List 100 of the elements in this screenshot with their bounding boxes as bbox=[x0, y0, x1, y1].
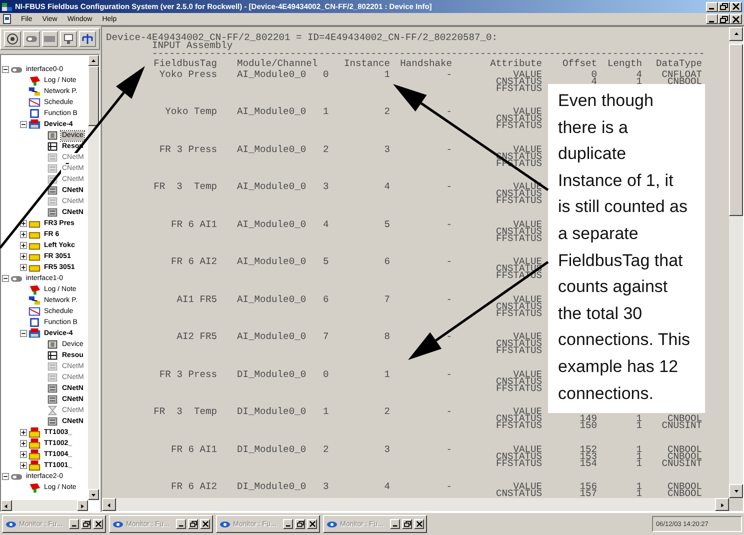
card-icon bbox=[10, 64, 23, 75]
horizontal-scrollbar[interactable] bbox=[1, 500, 88, 511]
table-cell-text: 3 bbox=[322, 183, 330, 190]
close-button[interactable] bbox=[730, 2, 742, 12]
expand-toggle[interactable] bbox=[20, 121, 27, 128]
table-cell-text: FR 6 AI1 bbox=[170, 220, 217, 228]
table-cell-text: 3 bbox=[383, 146, 390, 152]
expand-toggle[interactable] bbox=[20, 429, 27, 436]
table-cell-text: 2 bbox=[322, 446, 330, 452]
expand-toggle[interactable] bbox=[20, 330, 27, 337]
table-cell-text: 157 bbox=[578, 490, 597, 497]
table-cell-text: - bbox=[445, 220, 452, 228]
minimize-button[interactable] bbox=[706, 14, 718, 24]
restore-button[interactable] bbox=[718, 2, 730, 12]
vertical-scrollbar[interactable] bbox=[729, 27, 743, 498]
expand-toggle[interactable] bbox=[20, 451, 27, 458]
expand-toggle[interactable] bbox=[20, 242, 27, 249]
expand-toggle[interactable] bbox=[2, 473, 9, 480]
scroll-left-button[interactable] bbox=[102, 498, 116, 511]
table-cell-text: 1 bbox=[635, 446, 642, 452]
table-cell-text: FFSTATUS bbox=[494, 384, 542, 392]
block-icon bbox=[46, 394, 59, 405]
minimize-button[interactable] bbox=[176, 519, 186, 529]
scroll-left-button[interactable] bbox=[1, 500, 12, 511]
scroll-up-button[interactable] bbox=[729, 27, 743, 41]
scroll-down-button[interactable] bbox=[729, 484, 743, 498]
table-cell-text: 1 bbox=[635, 490, 642, 497]
table-cell-text: DI_Module0_0 bbox=[237, 446, 308, 452]
table-cell-text: 8 bbox=[383, 333, 390, 340]
folder-icon bbox=[28, 218, 41, 229]
expand-toggle[interactable] bbox=[20, 264, 27, 271]
table-cell-text: DI_Module0_0 bbox=[237, 408, 308, 415]
chart-icon bbox=[28, 97, 41, 108]
table-cell-text: CNSTATUS bbox=[494, 415, 542, 422]
expand-toggle[interactable] bbox=[2, 66, 9, 73]
table-cell-text: CNSTATUS bbox=[494, 190, 542, 197]
document-icon bbox=[46, 339, 59, 350]
expand-toggle[interactable] bbox=[20, 440, 27, 447]
minimize-button[interactable] bbox=[69, 519, 79, 529]
expand-toggle[interactable] bbox=[2, 275, 9, 282]
toolbar-button[interactable] bbox=[4, 31, 21, 47]
table-cell-text: 4 bbox=[590, 78, 597, 84]
table-cell-text: VALUE bbox=[513, 258, 542, 265]
vertical-scrollbar[interactable] bbox=[88, 55, 99, 500]
table-cell-text: FR 3 Press bbox=[158, 370, 217, 378]
expand-toggle[interactable] bbox=[20, 253, 27, 260]
monitor-icon bbox=[5, 520, 17, 528]
expand-toggle[interactable] bbox=[20, 462, 27, 469]
folder-icon bbox=[28, 240, 41, 251]
close-icon bbox=[416, 521, 422, 527]
table-cell-text: CNUSINT bbox=[660, 422, 702, 429]
horizontal-scrollbar[interactable] bbox=[102, 498, 729, 511]
restore-button[interactable] bbox=[188, 519, 198, 529]
close-button[interactable] bbox=[730, 14, 742, 24]
table-cell-text: VALUE bbox=[513, 220, 542, 228]
close-button[interactable] bbox=[200, 519, 210, 529]
restore-icon bbox=[404, 521, 410, 527]
book-icon bbox=[28, 284, 41, 295]
table-cell-text: CNSTATUS bbox=[494, 228, 542, 234]
column-header: Offset bbox=[561, 60, 597, 68]
toolbar-button[interactable] bbox=[79, 31, 96, 47]
scroll-thumb[interactable] bbox=[88, 66, 99, 126]
table-cell-text: 152 bbox=[578, 446, 597, 452]
table-cell-text: FFSTATUS bbox=[494, 122, 542, 129]
table-cell-text: 6 bbox=[383, 258, 390, 265]
scroll-down-button[interactable] bbox=[88, 489, 99, 500]
capsule-icon bbox=[24, 33, 38, 45]
table-cell-text: 1 bbox=[383, 70, 390, 78]
restore-button[interactable] bbox=[295, 519, 305, 529]
expand-toggle[interactable] bbox=[20, 231, 27, 238]
scroll-right-button[interactable] bbox=[715, 498, 729, 511]
close-button[interactable] bbox=[307, 519, 317, 529]
scroll-right-button[interactable] bbox=[77, 500, 88, 511]
document-icon[interactable] bbox=[2, 14, 12, 24]
restore-button[interactable] bbox=[718, 14, 730, 24]
table-cell-text: FR 6 AI2 bbox=[170, 258, 217, 265]
minimize-button[interactable] bbox=[706, 2, 718, 12]
scroll-thumb[interactable] bbox=[729, 44, 743, 216]
grid-icon bbox=[46, 350, 59, 361]
close-button[interactable] bbox=[414, 519, 424, 529]
table-cell-text: FFSTATUS bbox=[494, 347, 542, 354]
block-icon bbox=[46, 361, 59, 372]
restore-button[interactable] bbox=[402, 519, 412, 529]
book-icon bbox=[28, 482, 41, 493]
book-icon bbox=[28, 75, 41, 86]
toolbar-button[interactable] bbox=[60, 31, 78, 47]
table-cell-text: AI_Module0_0 bbox=[237, 70, 308, 78]
block-icon bbox=[46, 207, 59, 218]
table-cell-text: - bbox=[445, 70, 452, 78]
folder-icon bbox=[28, 438, 41, 449]
block-icon bbox=[46, 196, 59, 207]
table-cell-text: 2 bbox=[383, 108, 390, 115]
minimize-button[interactable] bbox=[283, 519, 293, 529]
scroll-up-button[interactable] bbox=[88, 55, 99, 66]
restore-button[interactable] bbox=[81, 519, 91, 529]
minimize-button[interactable] bbox=[390, 519, 400, 529]
monitor-icon bbox=[326, 520, 338, 528]
table-cell-text: CNBOOL bbox=[666, 490, 702, 497]
close-button[interactable] bbox=[93, 519, 103, 529]
table-cell-text: 1 bbox=[322, 408, 330, 415]
